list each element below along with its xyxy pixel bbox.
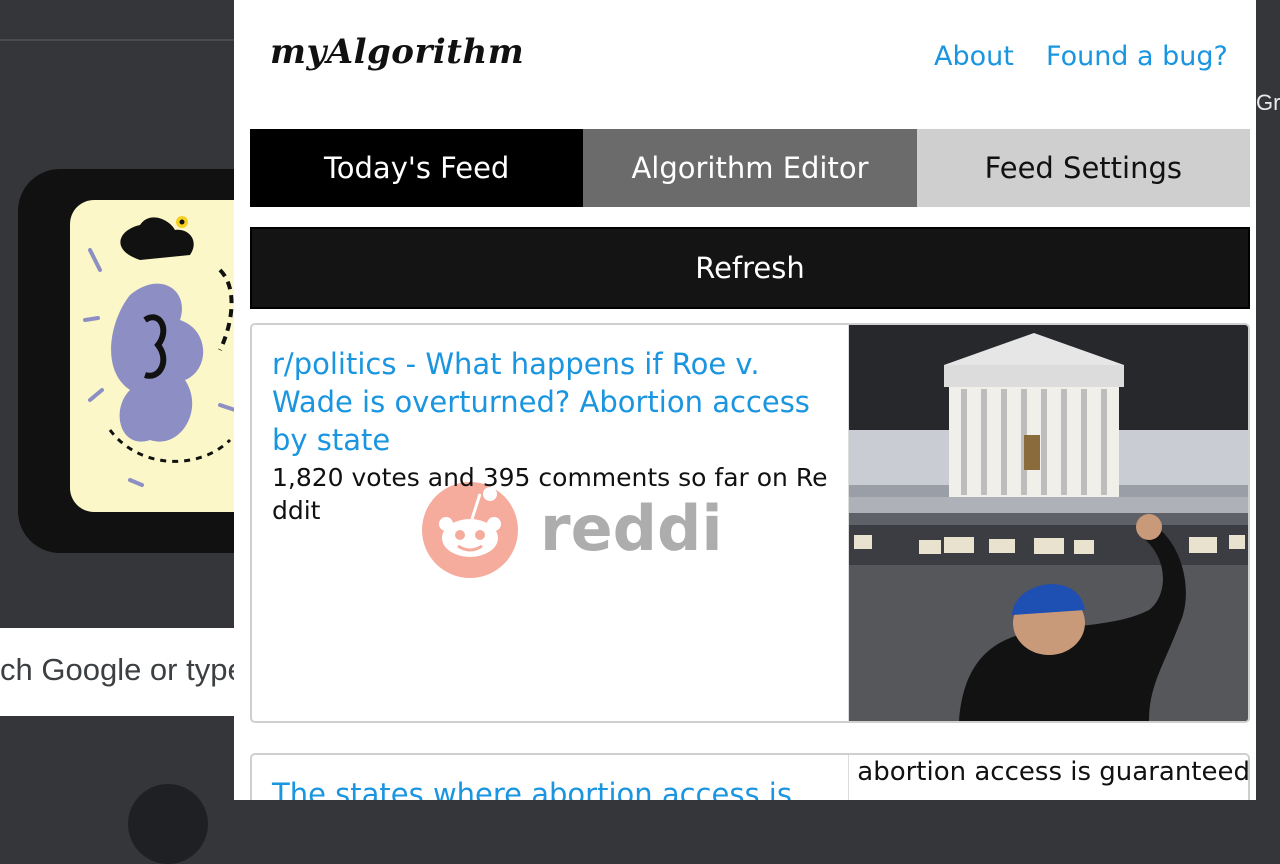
feed-card-title[interactable]: The states where abortion access is guar… xyxy=(272,775,828,800)
extension-panel: myAlgorithm About Found a bug? Today's F… xyxy=(234,0,1256,800)
report-bug-link[interactable]: Found a bug? xyxy=(1046,41,1228,72)
refresh-button[interactable]: Refresh xyxy=(250,227,1250,309)
background-text-fragment: Gr xyxy=(1256,90,1280,115)
tab-feed-settings[interactable]: Feed Settings xyxy=(916,129,1250,207)
about-link[interactable]: About xyxy=(934,41,1014,72)
shortcut-tile[interactable] xyxy=(128,784,208,864)
brand-logo: myAlgorithm xyxy=(270,32,525,72)
feed-card-text: The states where abortion access is guar… xyxy=(252,755,849,800)
feed-card-text: r/politics - What happens if Roe v. Wade… xyxy=(252,325,849,721)
browser-divider xyxy=(0,39,234,41)
tab-bar: Today's Feed Algorithm Editor Feed Setti… xyxy=(250,129,1250,207)
feed-card[interactable]: The states where abortion access is guar… xyxy=(250,753,1250,800)
google-search-placeholder: ch Google or type xyxy=(0,652,245,687)
tab-algorithm-editor[interactable]: Algorithm Editor xyxy=(583,129,917,207)
feed-card-image[interactable] xyxy=(849,325,1248,721)
tab-todays-feed[interactable]: Today's Feed xyxy=(250,129,584,207)
feed-card-title[interactable]: r/politics - What happens if Roe v. Wade… xyxy=(272,345,828,459)
feed-card-image-alt-text: The states where abortion access is guar… xyxy=(849,757,1250,787)
feed-card-subtitle: 1,820 votes and 395 comments so far on R… xyxy=(272,463,828,525)
feed-card[interactable]: r/politics - What happens if Roe v. Wade… xyxy=(250,323,1250,723)
